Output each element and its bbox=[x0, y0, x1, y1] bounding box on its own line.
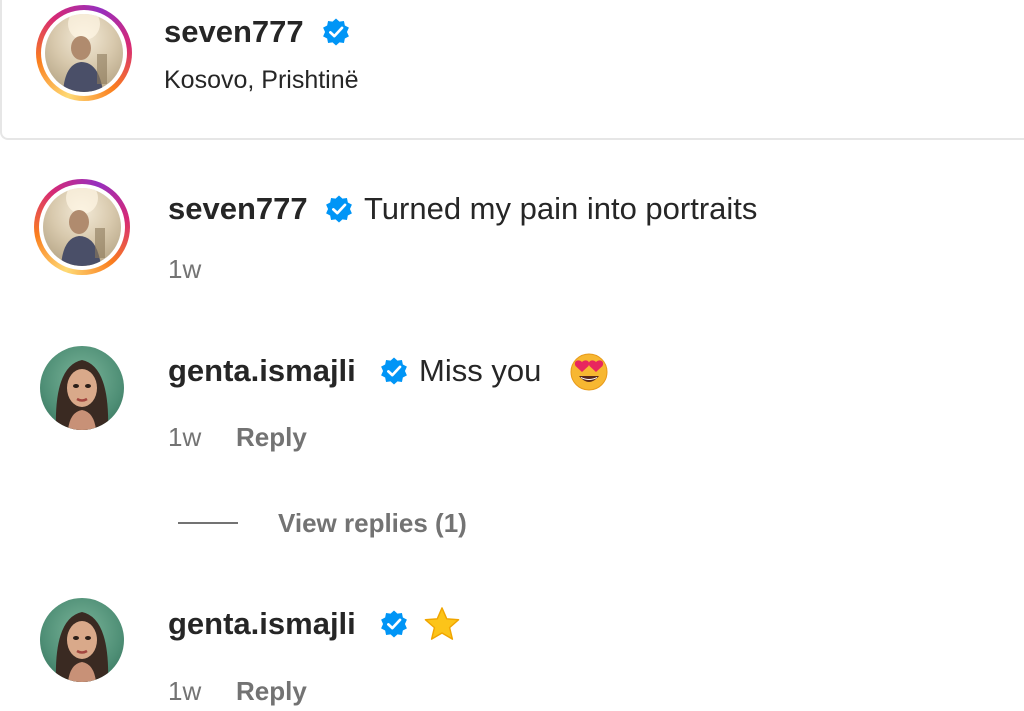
comment-text: Miss you bbox=[419, 353, 542, 388]
heart-eyes-emoji-icon bbox=[570, 353, 608, 391]
post-header: seven777 Kosovo, Prishtinë bbox=[0, 0, 1024, 140]
author-avatar[interactable] bbox=[36, 5, 132, 101]
verified-badge-icon bbox=[323, 18, 349, 46]
commenter-username[interactable]: genta.ismajli bbox=[168, 353, 356, 389]
view-replies-button[interactable]: View replies (1) bbox=[178, 505, 467, 541]
commenter-avatar[interactable] bbox=[40, 346, 124, 430]
star-emoji-icon bbox=[424, 607, 460, 640]
header-username[interactable]: seven777 bbox=[164, 14, 304, 50]
verified-badge-icon bbox=[381, 357, 407, 385]
verified-badge-icon bbox=[326, 195, 352, 223]
commenter-username[interactable]: genta.ismajli bbox=[168, 606, 356, 642]
reply-button[interactable]: Reply bbox=[236, 422, 307, 453]
comment-timestamp[interactable]: 1w bbox=[168, 676, 201, 707]
commenter-photo bbox=[55, 612, 109, 682]
commenter-photo bbox=[55, 360, 109, 430]
verified-badge-icon bbox=[381, 610, 407, 638]
comment-timestamp[interactable]: 1w bbox=[168, 422, 201, 453]
commenter-avatar[interactable] bbox=[40, 598, 124, 682]
caption-username[interactable]: seven777 bbox=[168, 191, 308, 227]
caption-text: Turned my pain into portraits bbox=[364, 191, 758, 226]
caption-author-avatar[interactable] bbox=[34, 179, 130, 275]
author-photo bbox=[63, 14, 107, 92]
caption-timestamp[interactable]: 1w bbox=[168, 254, 201, 285]
post-location[interactable]: Kosovo, Prishtinë bbox=[164, 66, 359, 95]
caption-author-photo bbox=[61, 188, 105, 266]
view-replies-label: View replies (1) bbox=[278, 507, 467, 538]
reply-button[interactable]: Reply bbox=[236, 676, 307, 707]
view-replies-divider bbox=[178, 522, 238, 524]
